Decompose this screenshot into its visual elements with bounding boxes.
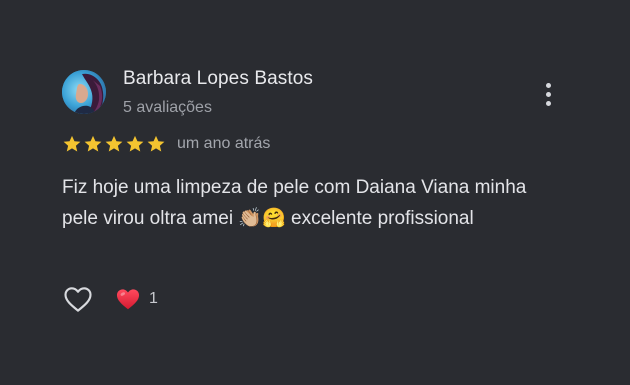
heart-reaction[interactable]: 1 — [115, 287, 158, 311]
review-actions: 1 — [62, 283, 158, 315]
more-options-button[interactable] — [536, 78, 560, 110]
star-icon — [63, 135, 81, 152]
star-icon — [105, 135, 123, 152]
more-vertical-icon-dot — [545, 100, 551, 106]
avatar[interactable] — [62, 70, 106, 114]
more-vertical-icon-dot — [545, 91, 551, 97]
reaction-count: 1 — [149, 290, 158, 307]
review-text-part-2: excelente profissional — [291, 208, 474, 229]
star-icon — [126, 135, 144, 152]
review-text: Fiz hoje uma limpeza de pele com Daiana … — [62, 173, 532, 234]
heart-filled-icon — [116, 289, 140, 310]
like-button[interactable] — [62, 283, 94, 315]
star-rating — [62, 134, 166, 154]
review-date: um ano atrás — [177, 135, 271, 152]
author-review-count: 5 avaliações — [123, 99, 212, 116]
review-card: Barbara Lopes Bastos 5 avaliações um ano… — [0, 0, 630, 385]
author-name[interactable]: Barbara Lopes Bastos — [123, 68, 313, 90]
clapping-hands-emoji: 👏🏼 — [238, 207, 263, 229]
avatar-photo — [62, 70, 106, 114]
star-icon — [84, 135, 102, 152]
hugging-face-emoji: 🤗 — [262, 207, 286, 229]
more-vertical-icon — [545, 82, 551, 88]
heart-outline-icon — [64, 287, 92, 312]
star-icon — [147, 135, 165, 152]
